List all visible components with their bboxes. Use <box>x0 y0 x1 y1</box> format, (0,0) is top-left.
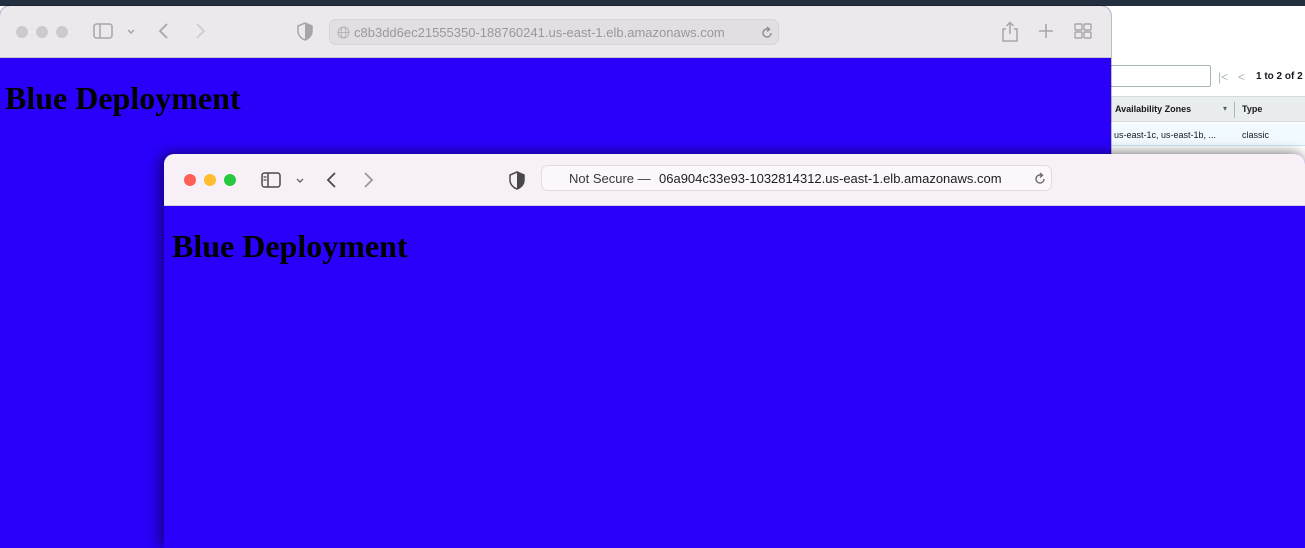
reload-icon[interactable] <box>760 26 774 40</box>
column-divider <box>1234 102 1235 118</box>
cell-type: classic <box>1242 130 1270 140</box>
browser-toolbar: Not Secure — 06a904c33e93-1032814312.us-… <box>164 154 1305 206</box>
chevron-right-icon[interactable] <box>193 22 207 40</box>
column-header-type[interactable]: Type <box>1242 104 1262 114</box>
plus-icon[interactable] <box>1038 23 1054 39</box>
tab-overview-icon[interactable] <box>1074 23 1092 39</box>
chevron-down-icon[interactable] <box>295 177 305 185</box>
table-header: Availability Zones ▾ Type <box>1110 96 1305 122</box>
shield-icon[interactable] <box>509 171 525 190</box>
first-page-icon[interactable]: |< <box>1218 70 1228 84</box>
chevron-left-icon[interactable]: < <box>1238 70 1245 84</box>
cell-availability-zones: us-east-1c, us-east-1b, ... <box>1114 130 1217 140</box>
web-page-content: Blue Deployment <box>164 206 1305 548</box>
zoom-button[interactable] <box>224 174 236 186</box>
share-icon[interactable] <box>1001 21 1019 43</box>
chevron-left-icon[interactable] <box>157 22 171 40</box>
zoom-button[interactable] <box>56 26 68 38</box>
browser-toolbar: c8b3dd6ec21555350-188760241.us-east-1.el… <box>0 6 1111 58</box>
column-header-availability-zones[interactable]: Availability Zones <box>1115 104 1191 114</box>
page-heading: Blue Deployment <box>172 228 408 264</box>
close-button[interactable] <box>16 26 28 38</box>
sidebar-icon[interactable] <box>93 23 113 39</box>
reload-icon[interactable] <box>1033 172 1047 186</box>
url-text: 06a904c33e93-1032814312.us-east-1.elb.am… <box>659 171 1002 186</box>
minimize-button[interactable] <box>36 26 48 38</box>
page-heading: Blue Deployment <box>5 80 241 116</box>
not-secure-label: Not Secure — <box>569 171 651 186</box>
shield-icon[interactable] <box>297 22 313 41</box>
sort-caret-icon[interactable]: ▾ <box>1223 104 1227 113</box>
safari-window-front: Not Secure — 06a904c33e93-1032814312.us-… <box>164 154 1305 548</box>
globe-icon <box>337 26 350 39</box>
chevron-right-icon[interactable] <box>361 171 375 189</box>
address-bar[interactable]: Not Secure — 06a904c33e93-1032814312.us-… <box>541 165 1052 191</box>
url-text: c8b3dd6ec21555350-188760241.us-east-1.el… <box>354 25 725 40</box>
sidebar-icon[interactable] <box>261 172 281 188</box>
chevron-left-icon[interactable] <box>325 171 339 189</box>
minimize-button[interactable] <box>204 174 216 186</box>
chevron-down-icon[interactable] <box>126 28 136 36</box>
table-row[interactable]: us-east-1c, us-east-1b, ... classic <box>1110 124 1305 146</box>
aws-filter-input[interactable] <box>1110 65 1211 87</box>
address-bar[interactable]: c8b3dd6ec21555350-188760241.us-east-1.el… <box>329 19 779 45</box>
pagination-text: 1 to 2 of 2 <box>1256 71 1303 82</box>
close-button[interactable] <box>184 174 196 186</box>
